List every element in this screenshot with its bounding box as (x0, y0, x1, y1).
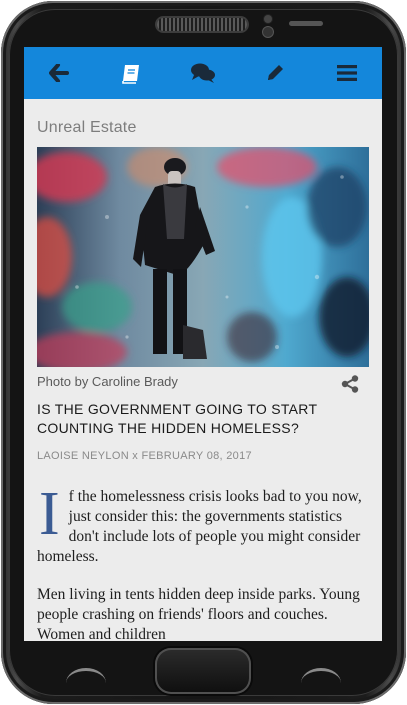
drop-cap: I (39, 480, 60, 548)
phone-screen: Unreal Estate Photo by Caroline Brady IS… (24, 47, 382, 641)
back-arrow-icon (49, 64, 69, 82)
comments-button[interactable] (177, 47, 229, 99)
book-icon (122, 65, 139, 84)
article-paragraph: If the homelessness crisis looks bad to … (37, 480, 362, 565)
section-title: Unreal Estate (37, 119, 137, 136)
share-button[interactable] (341, 375, 359, 393)
articles-button[interactable] (105, 47, 157, 99)
hardware-home-button[interactable] (155, 648, 251, 694)
article-byline: LAOISE NEYLON x FEBRUARY 08, 2017 (37, 450, 252, 462)
photo-credit-row: Photo by Caroline Brady (37, 374, 369, 394)
article-headline[interactable]: IS THE GOVERNMENT GOING TO START COUNTIN… (37, 400, 337, 438)
front-camera (263, 27, 273, 37)
article-photo (37, 147, 369, 367)
menu-icon (337, 65, 357, 81)
photo-credit: Photo by Caroline Brady (37, 374, 178, 389)
back-button[interactable] (33, 47, 85, 99)
menu-button[interactable] (321, 47, 373, 99)
comments-icon (191, 63, 215, 83)
article-body: If the homelessness crisis looks bad to … (37, 480, 369, 641)
share-icon (341, 375, 359, 393)
pencil-icon (268, 65, 283, 80)
edit-button[interactable] (249, 47, 301, 99)
light-sensor (289, 21, 323, 26)
app-toolbar (24, 47, 382, 99)
earpiece-speaker (157, 18, 247, 31)
proximity-sensor (264, 15, 272, 23)
article-paragraph: Men living in tents hidden deep inside p… (37, 586, 360, 641)
